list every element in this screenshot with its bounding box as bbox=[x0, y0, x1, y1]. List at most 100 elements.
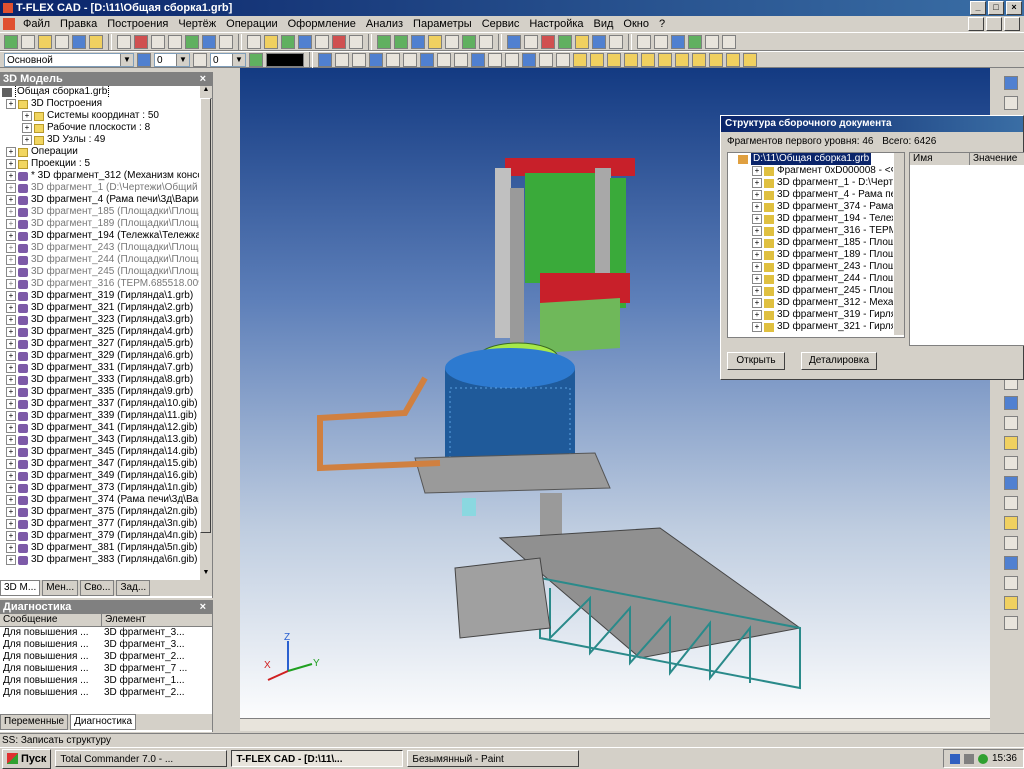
tree-item[interactable]: +3D фрагмент_375 (Гирлянда\2п.gib) bbox=[2, 506, 200, 518]
tool-button-icon[interactable] bbox=[637, 34, 651, 49]
expand-icon[interactable]: + bbox=[6, 99, 16, 109]
expand-icon[interactable]: + bbox=[6, 423, 16, 433]
expand-icon[interactable]: + bbox=[6, 447, 16, 457]
col-name[interactable]: Имя bbox=[910, 153, 970, 165]
view-tool-icon[interactable] bbox=[318, 52, 332, 67]
expand-icon[interactable]: + bbox=[6, 243, 16, 253]
side-tool-icon[interactable] bbox=[1004, 456, 1018, 470]
side-tool-icon[interactable] bbox=[1004, 536, 1018, 550]
structure-item[interactable]: +3D фрагмент_312 - Механиз bbox=[728, 297, 904, 309]
tree-item[interactable]: +3D фрагмент_331 (Гирлянда\7.grb) bbox=[2, 362, 200, 374]
tool-button-icon[interactable] bbox=[394, 34, 408, 49]
structure-item[interactable]: +3D фрагмент_319 - Гирлянд bbox=[728, 309, 904, 321]
tree-item[interactable]: +3D фрагмент_1 (D:\Чертежи\Общий вид bbox=[2, 182, 200, 194]
expand-icon[interactable]: + bbox=[22, 111, 32, 121]
tree-item[interactable]: +3D фрагмент_335 (Гирлянда\9.grb) bbox=[2, 386, 200, 398]
expand-icon[interactable]: + bbox=[6, 351, 16, 361]
tool-button-icon[interactable] bbox=[168, 34, 182, 49]
view-tool-icon[interactable] bbox=[692, 52, 706, 67]
expand-icon[interactable]: + bbox=[752, 286, 762, 296]
tool-button-icon[interactable] bbox=[38, 34, 52, 49]
menu-item-4[interactable]: Операции bbox=[221, 16, 282, 32]
structure-item[interactable]: +3D фрагмент_243 - Площади bbox=[728, 261, 904, 273]
tree-item[interactable]: +3D фрагмент_185 (Площадки\Площадка bbox=[2, 206, 200, 218]
minimize-button[interactable]: _ bbox=[970, 1, 986, 15]
expand-icon[interactable]: + bbox=[752, 298, 762, 308]
view-tool-icon[interactable] bbox=[471, 52, 485, 67]
tool-button-icon[interactable] bbox=[264, 34, 278, 49]
expand-icon[interactable]: + bbox=[752, 238, 762, 248]
taskbar-task-1[interactable]: T-FLEX CAD - [D:\11\... bbox=[231, 750, 404, 767]
view-tool-icon[interactable] bbox=[335, 52, 349, 67]
layers-icon[interactable] bbox=[137, 52, 151, 67]
tool-button-icon[interactable] bbox=[21, 34, 35, 49]
expand-icon[interactable]: + bbox=[6, 279, 16, 289]
structure-item[interactable]: + Фрагмент 0xD000008 - <Фор bbox=[728, 165, 904, 177]
model-tab-1[interactable]: Мен... bbox=[42, 580, 79, 596]
menu-item-1[interactable]: Правка bbox=[55, 16, 102, 32]
expand-icon[interactable]: + bbox=[6, 375, 16, 385]
level-input-1[interactable]: 0 ▼ bbox=[154, 52, 190, 67]
structure-item[interactable]: +3D фрагмент_244 - Площади bbox=[728, 273, 904, 285]
menu-item-5[interactable]: Оформление bbox=[283, 16, 361, 32]
tool-button-icon[interactable] bbox=[722, 34, 736, 49]
model-tree-scrollbar[interactable]: ▲ ▼ bbox=[199, 86, 212, 581]
structure-item[interactable]: +3D фрагмент_194 - Тележка bbox=[728, 213, 904, 225]
expand-icon[interactable]: + bbox=[6, 327, 16, 337]
expand-icon[interactable]: + bbox=[752, 178, 762, 188]
view-tool-icon[interactable] bbox=[539, 52, 553, 67]
tree-item[interactable]: +3D фрагмент_329 (Гирлянда\6.grb) bbox=[2, 350, 200, 362]
expand-icon[interactable]: + bbox=[752, 250, 762, 260]
tray-icon-lang[interactable] bbox=[949, 753, 960, 764]
model-tab-0[interactable]: 3D М... bbox=[0, 580, 41, 596]
structure-item[interactable]: +3D фрагмент_316 - ТЕРМ.68 bbox=[728, 225, 904, 237]
tool-button-icon[interactable] bbox=[219, 34, 233, 49]
view-tool-icon[interactable] bbox=[675, 52, 689, 67]
tool-button-icon[interactable] bbox=[185, 34, 199, 49]
tree-item[interactable]: +3D фрагмент_383 (Гирлянда\6п.gib) bbox=[2, 554, 200, 566]
tree-item[interactable]: +3D фрагмент_325 (Гирлянда\4.grb) bbox=[2, 326, 200, 338]
viewport-scrollbar[interactable] bbox=[240, 718, 990, 731]
tool-button-icon[interactable] bbox=[332, 34, 346, 49]
tree-item[interactable]: +3D фрагмент_339 (Гирлянда\11.gib) bbox=[2, 410, 200, 422]
view-tool-icon[interactable] bbox=[488, 52, 502, 67]
tree-item[interactable]: +3D фрагмент_194 (Тележка\Тележка на bbox=[2, 230, 200, 242]
maximize-button[interactable]: □ bbox=[988, 1, 1004, 15]
side-tool-icon[interactable] bbox=[1004, 416, 1018, 430]
start-button[interactable]: Пуск bbox=[2, 748, 52, 769]
expand-icon[interactable]: + bbox=[6, 171, 16, 181]
expand-icon[interactable]: + bbox=[752, 226, 762, 236]
structure-root[interactable]: D:\11\Общая сборка1.grb bbox=[728, 153, 904, 165]
color-swatch[interactable] bbox=[266, 52, 304, 67]
view-tool-icon[interactable] bbox=[522, 52, 536, 67]
view-tool-icon[interactable] bbox=[709, 52, 723, 67]
structure-item[interactable]: +3D фрагмент_1 - D:\Чертежи bbox=[728, 177, 904, 189]
tool-button-icon[interactable] bbox=[507, 34, 521, 49]
side-tool-icon[interactable] bbox=[1004, 436, 1018, 450]
menu-item-12[interactable]: ? bbox=[654, 16, 670, 32]
expand-icon[interactable]: + bbox=[6, 531, 16, 541]
tree-item[interactable]: +3D Узлы : 49 bbox=[2, 134, 200, 146]
side-tool-icon[interactable] bbox=[1004, 556, 1018, 570]
tree-item[interactable]: +3D фрагмент_373 (Гирлянда\1п.gib) bbox=[2, 482, 200, 494]
tool-button-icon[interactable] bbox=[541, 34, 555, 49]
tool-button-icon[interactable] bbox=[89, 34, 103, 49]
tree-item[interactable]: +3D фрагмент_243 (Площадки\Площадка bbox=[2, 242, 200, 254]
expand-icon[interactable]: + bbox=[752, 322, 762, 332]
expand-icon[interactable]: + bbox=[6, 267, 16, 277]
expand-icon[interactable]: + bbox=[6, 315, 16, 325]
expand-icon[interactable]: + bbox=[22, 123, 32, 133]
expand-icon[interactable]: + bbox=[6, 519, 16, 529]
expand-icon[interactable]: + bbox=[6, 339, 16, 349]
tree-item[interactable]: +3D фрагмент_337 (Гирлянда\10.gib) bbox=[2, 398, 200, 410]
expand-icon[interactable]: + bbox=[6, 471, 16, 481]
col-message[interactable]: Сообщение bbox=[0, 614, 102, 626]
tree-item[interactable]: +3D фрагмент_374 (Рама печи\3д\Варна bbox=[2, 494, 200, 506]
view-tool-icon[interactable] bbox=[454, 52, 468, 67]
detail-button[interactable]: Деталировка bbox=[801, 352, 877, 370]
view-tool-icon[interactable] bbox=[556, 52, 570, 67]
tree-item[interactable]: +* 3D фрагмент_312 (Механизм консольн bbox=[2, 170, 200, 182]
side-tool-icon[interactable] bbox=[1004, 516, 1018, 530]
view-tool-icon[interactable] bbox=[743, 52, 757, 67]
expand-icon[interactable]: + bbox=[6, 363, 16, 373]
